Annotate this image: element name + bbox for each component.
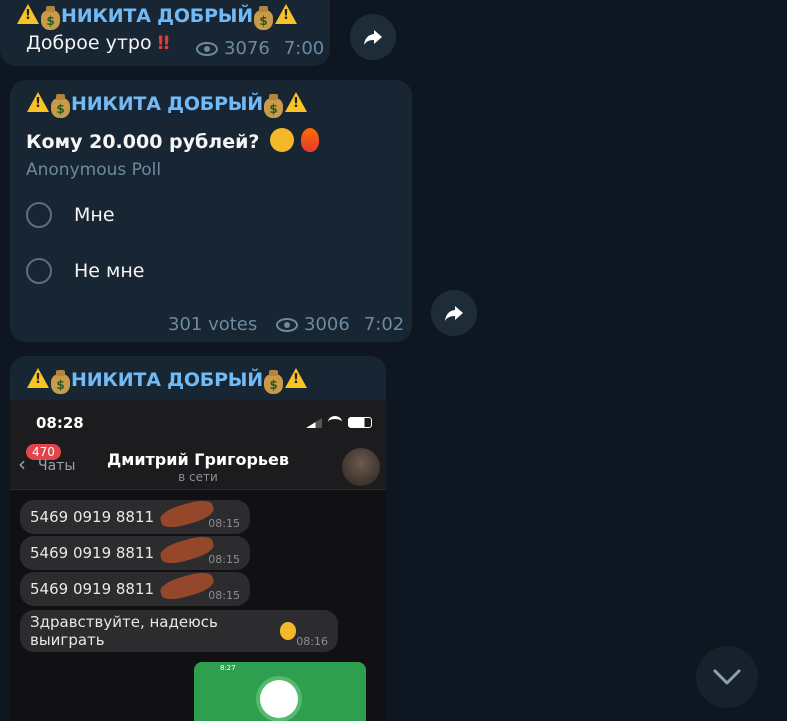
message-meta: 3006 7:02 — [276, 314, 404, 335]
money-bag-icon: $ — [51, 94, 70, 118]
message-meta: 3076 7:00 — [196, 38, 324, 59]
signal-icon — [306, 418, 322, 428]
poll-question: Кому 20.000 рублей? — [26, 128, 319, 153]
money-bag-icon: $ — [253, 6, 273, 30]
money-bag-icon: $ — [51, 370, 70, 394]
list-item: Здравствуйте, надеюсь выиграть 08:16 — [20, 610, 338, 652]
money-bag-icon: $ — [263, 370, 283, 394]
sender-name[interactable]: НИКИТА ДОБРЫЙ — [71, 369, 263, 391]
hug-emoji-icon — [270, 128, 295, 152]
forward-button[interactable] — [350, 14, 396, 60]
double-exclamation-icon: ‼ — [157, 32, 170, 54]
sender-name[interactable]: НИКИТА ДОБРЫЙ — [61, 5, 253, 27]
warning-icon — [274, 4, 297, 24]
warning-icon — [284, 368, 307, 388]
fire-emoji-icon — [300, 128, 319, 152]
eye-icon — [276, 317, 298, 332]
money-bag-icon: $ — [263, 94, 283, 118]
forward-button[interactable] — [431, 290, 477, 336]
view-count: 3006 — [304, 314, 350, 335]
avatar — [342, 448, 380, 486]
phone-status-bar: 08:28 — [10, 400, 386, 444]
message-time: 7:00 — [283, 38, 325, 59]
poll-votes: 301 votes — [168, 314, 258, 335]
contact-name: Дмитрий Григорьев — [106, 450, 289, 469]
message-text: Доброе утро ‼ — [26, 32, 170, 54]
poll-type: Anonymous Poll — [26, 160, 162, 180]
poll-option-label[interactable]: Не мне — [74, 260, 144, 282]
wifi-icon — [328, 416, 342, 428]
checkmark-icon — [260, 680, 298, 718]
poll-option-radio[interactable] — [26, 258, 52, 284]
forward-icon — [364, 30, 382, 45]
phone-chat-header: ‹ 470 Чаты Дмитрий Григорьев в сети — [10, 440, 386, 490]
list-item: 5469 0919 8811 08:15 — [20, 536, 250, 570]
message-time: 7:02 — [363, 314, 405, 335]
warning-icon — [27, 368, 49, 388]
message-bubble[interactable]: $НИКИТА ДОБРЫЙ$ Доброе утро ‼ 3076 7:00 — [0, 0, 330, 66]
sender-line: $НИКИТА ДОБРЫЙ$ — [26, 368, 308, 394]
phone-time: 08:28 — [36, 414, 84, 432]
chevron-down-icon — [713, 669, 741, 685]
list-item: 5469 0919 8811 08:15 — [20, 500, 250, 534]
battery-icon — [348, 417, 372, 428]
sender-line: $НИКИТА ДОБРЫЙ$ — [26, 92, 308, 118]
warning-icon — [27, 92, 49, 112]
scroll-down-button[interactable] — [696, 646, 758, 708]
view-count: 3076 — [224, 38, 270, 59]
warning-icon — [17, 4, 39, 24]
eye-icon — [196, 41, 218, 56]
list-item: 5469 0919 8811 08:15 — [20, 572, 250, 606]
warning-icon — [284, 92, 307, 112]
poll-option-label[interactable]: Мне — [74, 204, 115, 226]
mini-time: 8:27 — [220, 664, 236, 672]
contact-status: в сети — [178, 470, 218, 484]
money-bag-icon: $ — [41, 6, 60, 30]
poll-message[interactable]: $НИКИТА ДОБРЫЙ$ Кому 20.000 рублей? Anon… — [10, 80, 412, 342]
receipt-preview: 8:27 — [194, 662, 366, 721]
poll-option-radio[interactable] — [26, 202, 52, 228]
sender-line: $НИКИТА ДОБРЫЙ$ — [16, 4, 298, 30]
smile-emoji-icon — [279, 622, 297, 640]
forward-icon — [445, 306, 463, 321]
sender-name[interactable]: НИКИТА ДОБРЫЙ — [71, 93, 263, 115]
